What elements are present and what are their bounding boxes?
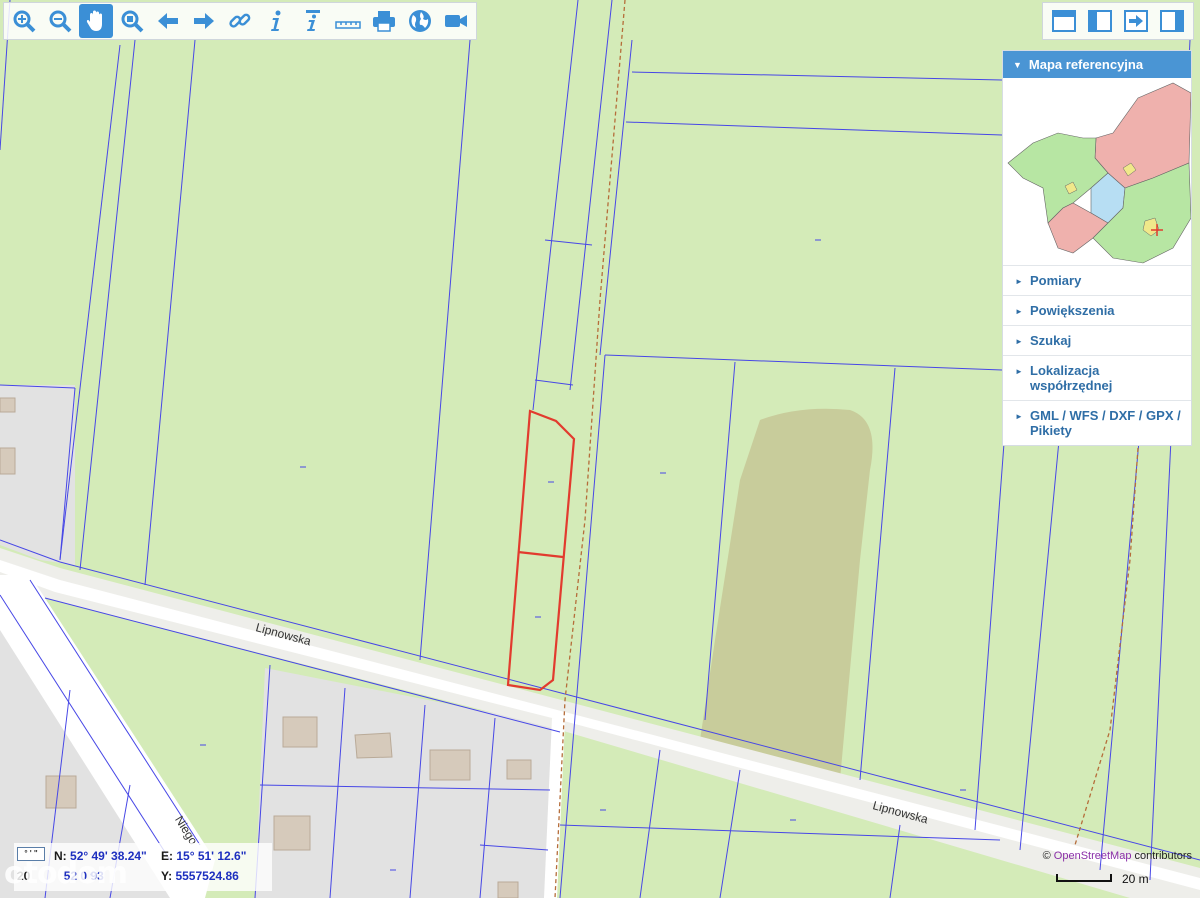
y-label: Y: xyxy=(161,869,173,883)
panel-item-powiekszenia[interactable]: ► Powiększenia xyxy=(1003,296,1191,326)
map-toolbar xyxy=(3,2,477,40)
panel-item-gml[interactable]: ► GML / WFS / DXF / GPX / Pikiety xyxy=(1003,401,1191,445)
info-extended-icon[interactable] xyxy=(295,4,329,38)
panel-item-pomiary[interactable]: ► Pomiary xyxy=(1003,266,1191,296)
caret-down-icon: ▼ xyxy=(1013,60,1022,70)
panel-item-label: Szukaj xyxy=(1030,333,1072,348)
longitude-label: E: xyxy=(161,849,173,863)
forward-arrow-icon[interactable] xyxy=(187,4,221,38)
scale-bar-line xyxy=(1056,874,1112,882)
map-attribution: © OpenStreetMap contributors xyxy=(1043,850,1192,862)
reference-map-title: Mapa referencyjna xyxy=(1028,57,1144,72)
caret-right-icon: ► xyxy=(1015,412,1023,421)
panel-item-szukaj[interactable]: ► Szukaj xyxy=(1003,326,1191,356)
reference-map-header[interactable]: ▼ Mapa referencyjna xyxy=(1003,51,1191,78)
layout-toolbar xyxy=(1042,2,1194,40)
link-icon[interactable] xyxy=(223,4,257,38)
zoom-in-icon[interactable] xyxy=(7,4,41,38)
zoom-out-icon[interactable] xyxy=(43,4,77,38)
longitude-value: 15° 51' 12.6" xyxy=(176,849,247,863)
layout-left-icon[interactable] xyxy=(1084,5,1116,37)
watermark: otodom xyxy=(4,856,128,891)
layout-top-icon[interactable] xyxy=(1048,5,1080,37)
attribution-suffix: contributors xyxy=(1134,850,1192,862)
caret-right-icon: ► xyxy=(1015,277,1023,286)
caret-right-icon: ► xyxy=(1015,307,1023,316)
panel-item-label: Pomiary xyxy=(1030,273,1082,288)
panel-item-label: GML / WFS / DXF / GPX / Pikiety xyxy=(1030,408,1181,438)
scale-label: 20 m xyxy=(1122,872,1149,886)
layout-right-icon[interactable] xyxy=(1156,5,1188,37)
caret-right-icon: ► xyxy=(1015,367,1023,376)
pan-hand-icon[interactable] xyxy=(79,4,113,38)
info-icon[interactable] xyxy=(259,4,293,38)
video-camera-icon[interactable] xyxy=(439,4,473,38)
back-arrow-icon[interactable] xyxy=(151,4,185,38)
zoom-window-icon[interactable] xyxy=(115,4,149,38)
caret-right-icon: ► xyxy=(1015,337,1023,346)
panel-item-label: Lokalizacja współrzędnej xyxy=(1030,363,1113,393)
side-panel: ▼ Mapa referencyjna ► Pomiary ► Powiększeni… xyxy=(1002,50,1192,446)
ruler-icon[interactable] xyxy=(331,4,365,38)
print-icon[interactable] xyxy=(367,4,401,38)
scale-bar: 20 m xyxy=(1056,870,1176,886)
panel-item-lokalizacja[interactable]: ► Lokalizacja współrzędnej xyxy=(1003,356,1191,401)
copyright-symbol: © xyxy=(1042,850,1051,862)
y-value: 5557524.86 xyxy=(175,869,239,883)
panel-item-label: Powiększenia xyxy=(1030,303,1115,318)
globe-icon[interactable] xyxy=(403,4,437,38)
osm-link[interactable]: OpenStreetMap xyxy=(1054,850,1132,862)
reference-map[interactable] xyxy=(1003,78,1192,266)
export-icon[interactable] xyxy=(1120,5,1152,37)
